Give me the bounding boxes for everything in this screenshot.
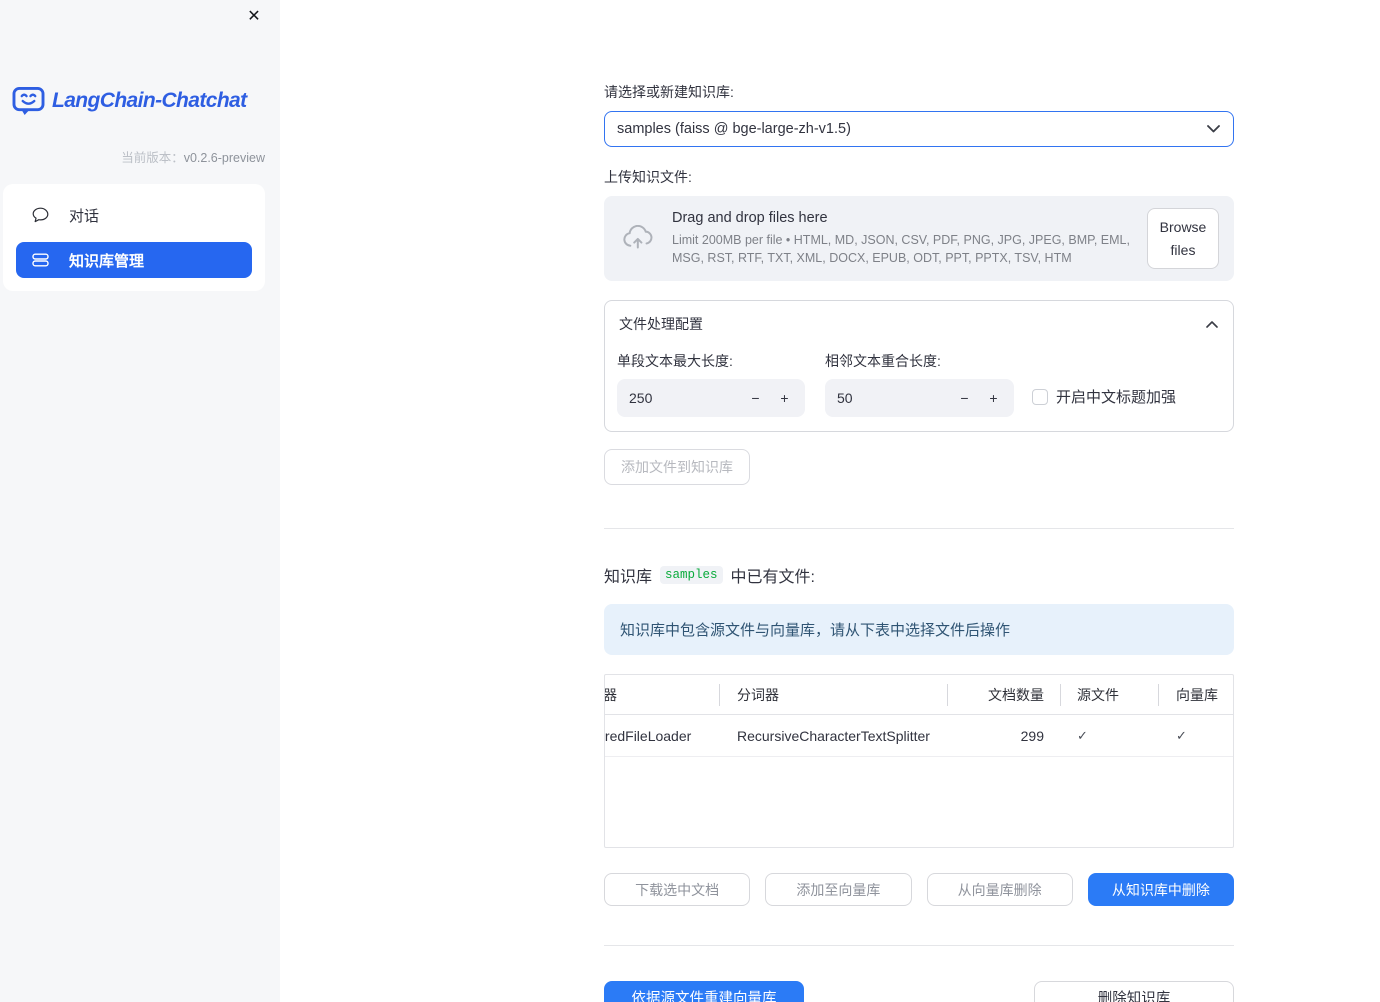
chunk-size-group: 单段文本最大长度: 250 − + <box>617 351 805 417</box>
minus-stepper-button[interactable]: − <box>741 390 770 406</box>
uploader-text-block: Drag and drop files here Limit 200MB per… <box>672 210 1131 267</box>
kb-name-code: samples <box>660 566 723 584</box>
overlap-size-input[interactable]: 50 − + <box>825 379 1014 417</box>
overlap-size-value: 50 <box>837 390 853 406</box>
kb-files-prefix: 知识库 <box>604 569 653 586</box>
sidebar-item-kb-management[interactable]: 知识库管理 <box>16 242 252 278</box>
version-text: 当前版本：v0.2.6-preview <box>121 151 265 165</box>
zh-title-enhance-label: 开启中文标题加强 <box>1056 389 1177 406</box>
add-files-to-kb-button[interactable]: 添加文件到知识库 <box>604 449 750 485</box>
chat-smiley-logo-icon <box>12 86 45 116</box>
info-banner: 知识库中包含源文件与向量库，请从下表中选择文件后操作 <box>604 604 1234 655</box>
cell-splitter: RecursiveCharacterTextSplitter <box>737 727 930 744</box>
column-header-loader[interactable]: 文档加载器 <box>605 675 719 714</box>
app-title: LangChain-Chatchat <box>52 89 247 112</box>
column-header-splitter[interactable]: 分词器 <box>719 675 947 714</box>
cell-doc-count: 299 <box>1020 727 1044 744</box>
check-icon: ✓ <box>1176 727 1187 743</box>
sidebar-item-label: 知识库管理 <box>69 252 145 270</box>
sidebar-item-label: 对话 <box>69 207 100 225</box>
table-header-row: 文档加载器 分词器 文档数量 源文件 向量库 <box>605 675 1233 715</box>
check-icon: ✓ <box>1077 727 1088 743</box>
divider <box>604 945 1234 946</box>
chevron-down-icon <box>1207 125 1220 133</box>
sidebar-item-dialogue[interactable]: 对话 <box>16 197 252 233</box>
plus-stepper-button[interactable]: + <box>770 390 799 406</box>
chevron-up-icon <box>1206 320 1218 328</box>
kb-actions-row: 依据源文件重建向量库 删除知识库 <box>604 981 1234 1002</box>
expander-body: 单段文本最大长度: 250 − + 相邻文本重合长度: 50 − + 开启中文标… <box>605 344 1233 417</box>
add-to-vector-store-button[interactable]: 添加至向量库 <box>765 873 912 906</box>
table-row[interactable]: UnstructuredFileLoader RecursiveCharacte… <box>605 715 1233 757</box>
column-header-source-file[interactable]: 源文件 <box>1060 675 1158 714</box>
chunk-size-value: 250 <box>629 390 653 406</box>
cell-vector-store: ✓ <box>1158 715 1233 756</box>
file-actions-row: 下载选中文档 添加至向量库 从向量库删除 从知识库中删除 <box>604 873 1234 906</box>
column-header-vector-store[interactable]: 向量库 <box>1158 675 1233 714</box>
expander-header[interactable]: 文件处理配置 <box>605 301 1233 344</box>
chunk-size-input[interactable]: 250 − + <box>617 379 805 417</box>
zh-title-enhance-checkbox[interactable] <box>1032 388 1048 405</box>
delete-kb-button[interactable]: 删除知识库 <box>1034 981 1234 1002</box>
cell-loader: UnstructuredFileLoader <box>605 727 692 744</box>
browse-files-button[interactable]: Browse files <box>1147 208 1219 269</box>
file-config-expander: 文件处理配置 单段文本最大长度: 250 − + 相邻文本重合长度: 50 − … <box>604 300 1234 432</box>
plus-stepper-button[interactable]: + <box>979 390 1008 406</box>
kb-files-heading: 知识库 samples 中已有文件: <box>604 563 1234 587</box>
kb-files-suffix: 中已有文件: <box>730 569 815 586</box>
upload-label: 上传知识文件: <box>604 169 692 185</box>
divider <box>604 528 1234 529</box>
stacked-drives-icon <box>32 252 49 268</box>
zh-title-enhance-row: 开启中文标题加强 <box>1032 386 1176 407</box>
app-logo: LangChain-Chatchat <box>12 86 280 116</box>
sidebar: ✕ LangChain-Chatchat 当前版本：v0.2.6-preview… <box>0 0 280 1002</box>
main-area: 请选择或新建知识库: samples (faiss @ bge-large-zh… <box>280 0 1380 1002</box>
rebuild-vector-store-button[interactable]: 依据源文件重建向量库 <box>604 981 804 1002</box>
kb-select[interactable]: samples (faiss @ bge-large-zh-v1.5) <box>604 111 1234 147</box>
cloud-upload-icon <box>620 225 656 252</box>
kb-select-label: 请选择或新建知识库: <box>604 84 734 100</box>
overlap-size-group: 相邻文本重合长度: 50 − + <box>825 351 1014 417</box>
sidebar-menu: 对话 知识库管理 <box>3 184 265 291</box>
kb-files-table[interactable]: 文档加载器 分词器 文档数量 源文件 向量库 UnstructuredFileL… <box>604 674 1234 848</box>
file-uploader-dropzone[interactable]: Drag and drop files here Limit 200MB per… <box>604 196 1234 281</box>
download-selected-docs-button[interactable]: 下载选中文档 <box>604 873 751 906</box>
chunk-size-label: 单段文本最大长度: <box>617 353 733 369</box>
cell-source-file: ✓ <box>1060 715 1158 756</box>
delete-from-vector-store-button[interactable]: 从向量库删除 <box>926 873 1073 906</box>
delete-from-kb-button[interactable]: 从知识库中删除 <box>1087 873 1234 906</box>
overlap-size-label: 相邻文本重合长度: <box>825 353 941 369</box>
kb-select-value: samples (faiss @ bge-large-zh-v1.5) <box>617 121 851 137</box>
close-sidebar-icon[interactable]: ✕ <box>242 5 266 29</box>
uploader-hint: Limit 200MB per file • HTML, MD, JSON, C… <box>672 232 1130 265</box>
uploader-title: Drag and drop files here <box>672 209 828 226</box>
minus-stepper-button[interactable]: − <box>950 390 979 406</box>
chat-bubble-icon <box>32 207 49 223</box>
expander-title: 文件处理配置 <box>619 316 703 332</box>
column-header-doc-count[interactable]: 文档数量 <box>947 675 1060 714</box>
